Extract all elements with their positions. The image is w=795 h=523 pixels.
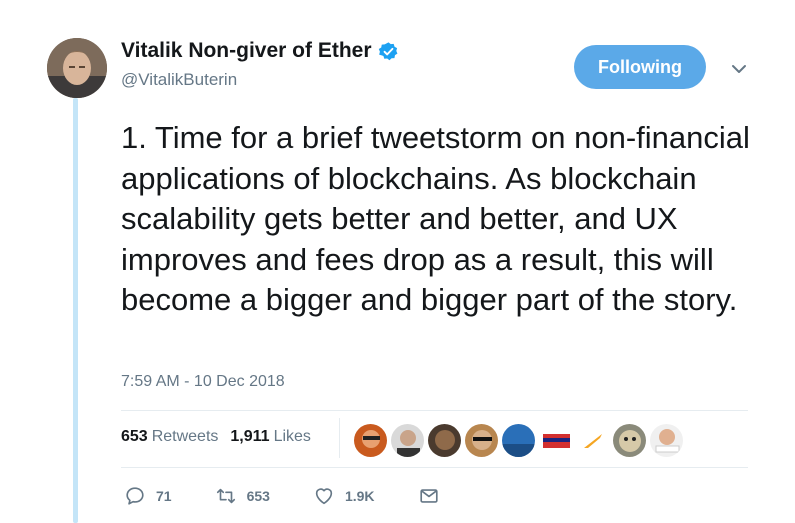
tweet-actions: 71 653 1.9K [124, 485, 440, 507]
direct-message-button[interactable] [418, 485, 440, 507]
reply-button[interactable]: 71 [124, 485, 172, 507]
retweets-stat[interactable]: 653 Retweets [121, 428, 218, 446]
author-display-name[interactable]: Vitalik Non-giver of Ether [121, 39, 372, 63]
likes-label: Likes [273, 428, 311, 445]
stats-separator [339, 418, 340, 458]
likes-count: 1,911 [230, 428, 270, 445]
liker-avatar[interactable] [464, 423, 499, 458]
thread-connector-line [73, 98, 78, 523]
author-handle[interactable]: @VitalikButerin [121, 70, 237, 90]
liker-avatar[interactable] [427, 423, 462, 458]
liker-avatar[interactable] [575, 423, 610, 458]
liker-avatar[interactable] [353, 423, 388, 458]
reply-icon [126, 487, 144, 505]
verified-badge-icon [378, 41, 399, 62]
engagement-stats: 653 Retweets 1,911 Likes [121, 428, 323, 446]
liker-avatar[interactable] [390, 423, 425, 458]
liker-avatars [353, 423, 684, 458]
heart-icon [315, 488, 333, 505]
liker-avatar[interactable] [612, 423, 647, 458]
divider [121, 410, 748, 411]
divider [121, 467, 748, 468]
liker-avatar[interactable] [501, 423, 536, 458]
retweet-count: 653 [246, 488, 270, 504]
chevron-down-icon[interactable] [728, 58, 750, 80]
like-count: 1.9K [344, 488, 375, 504]
retweets-count: 653 [121, 428, 148, 445]
author-avatar[interactable] [47, 38, 107, 98]
reply-count: 71 [156, 488, 172, 504]
tweet-text: 1. Time for a brief tweetstorm on non-fi… [121, 120, 750, 317]
like-button[interactable]: 1.9K [313, 485, 375, 507]
liker-avatar[interactable] [649, 423, 684, 458]
envelope-icon [419, 489, 438, 503]
tweet-timestamp[interactable]: 7:59 AM - 10 Dec 2018 [121, 373, 285, 391]
likes-stat[interactable]: 1,911 Likes [230, 428, 311, 446]
liker-avatar[interactable] [538, 423, 573, 458]
retweets-label: Retweets [151, 428, 219, 445]
following-button[interactable]: Following [574, 45, 706, 89]
retweet-icon [216, 488, 235, 504]
retweet-button[interactable]: 653 [215, 485, 270, 507]
